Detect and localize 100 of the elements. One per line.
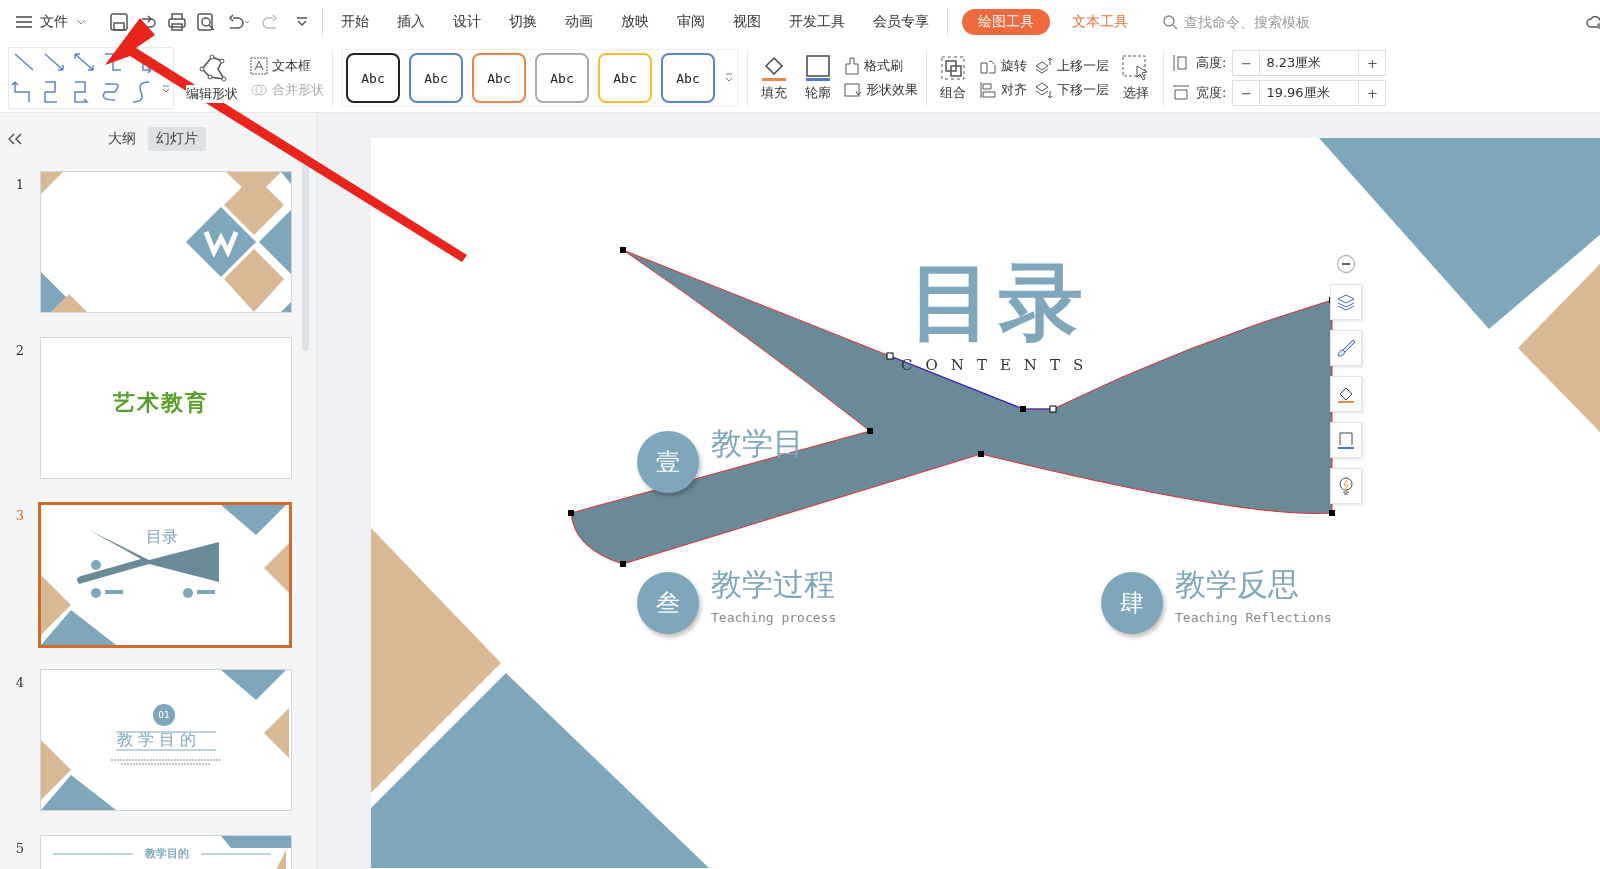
shape-style-swatch[interactable]: Abc xyxy=(472,53,526,103)
shape-style-swatch[interactable]: Abc xyxy=(598,53,652,103)
freeform-shape[interactable] xyxy=(566,244,1338,570)
thumbnail-title: 教 学 目 的 xyxy=(117,730,197,751)
shape-style-swatch[interactable]: Abc xyxy=(409,53,463,103)
item-subtitle: Teaching Reflections xyxy=(1175,610,1332,625)
fill-button[interactable]: 填充 xyxy=(756,54,792,102)
item-number-badge: 叁 xyxy=(637,572,699,634)
brush-icon xyxy=(1336,338,1356,358)
menu-tab[interactable]: 会员专享 xyxy=(859,9,943,35)
chevron-down-icon xyxy=(76,19,86,25)
layers-icon xyxy=(1336,292,1356,312)
panel-tab[interactable]: 幻灯片 xyxy=(148,127,206,151)
collapse-toolbar-icon[interactable] xyxy=(1336,254,1356,274)
print-icon[interactable] xyxy=(168,13,186,31)
merge-shape-icon xyxy=(250,81,268,99)
search-field[interactable]: 查找命令、搜索模板 xyxy=(1162,13,1356,31)
cloud-icon[interactable] xyxy=(1586,14,1600,30)
scrollbar[interactable] xyxy=(302,161,309,351)
menu-tab[interactable]: 切换 xyxy=(495,9,551,35)
search-icon xyxy=(1162,14,1178,30)
idea-button[interactable] xyxy=(1330,468,1362,504)
slide-number: 3 xyxy=(14,507,26,525)
decrement-button[interactable]: − xyxy=(1233,55,1260,71)
height-icon xyxy=(1172,54,1190,72)
save-icon[interactable] xyxy=(110,13,128,31)
item-number-badge: 肆 xyxy=(1101,572,1163,634)
edit-points-icon xyxy=(196,53,228,83)
slide-thumbnail[interactable] xyxy=(40,171,292,313)
brush-button[interactable] xyxy=(1330,330,1362,366)
undo-icon[interactable] xyxy=(226,13,250,31)
select-button[interactable]: 选择 xyxy=(1117,54,1155,102)
rotate-icon xyxy=(979,57,997,75)
thumbnail-title: 教学目的 xyxy=(145,846,189,861)
menu-icon xyxy=(16,16,32,28)
group-icon xyxy=(939,54,967,82)
line-shape-gallery[interactable] xyxy=(8,47,174,109)
outline-button[interactable] xyxy=(1330,422,1362,458)
layer-down-icon xyxy=(1035,81,1053,99)
lightbulb-icon xyxy=(1336,476,1356,496)
slide-number: 5 xyxy=(14,840,26,858)
send-backward-button[interactable]: 下移一层 xyxy=(1035,81,1109,99)
rotate-button[interactable]: 旋转 xyxy=(979,57,1027,75)
shape-effects-button[interactable]: 形状效果 xyxy=(844,81,918,99)
layers-button[interactable] xyxy=(1330,284,1362,320)
menu-tab[interactable]: 插入 xyxy=(383,9,439,35)
shape-style-swatch[interactable]: Abc xyxy=(346,53,400,103)
outline-button[interactable]: 轮廓 xyxy=(800,54,836,102)
thumbnail-title: 目录 xyxy=(146,527,178,548)
redo-icon[interactable] xyxy=(139,13,157,31)
file-menu[interactable]: 文件 xyxy=(16,13,100,31)
menu-tab[interactable]: 放映 xyxy=(607,9,663,35)
shape-style-swatch[interactable]: Abc xyxy=(661,53,715,103)
preview-icon[interactable] xyxy=(197,13,215,31)
slide-number: 4 xyxy=(14,674,26,692)
customize-icon[interactable] xyxy=(296,16,308,28)
outline-icon xyxy=(1336,430,1356,450)
panel-tab[interactable]: 大纲 xyxy=(100,127,144,151)
increment-button[interactable]: + xyxy=(1359,55,1386,71)
item-number-badge: 壹 xyxy=(637,431,699,493)
bring-forward-button[interactable]: 上移一层 xyxy=(1035,57,1109,75)
align-left-icon xyxy=(979,81,997,99)
brush-icon xyxy=(844,57,860,75)
size-field[interactable]: − 19.96厘米 + xyxy=(1232,80,1387,106)
width-icon xyxy=(1172,84,1190,102)
shape-effects-icon xyxy=(844,81,862,99)
shape-style-swatch[interactable]: Abc xyxy=(535,53,589,103)
fill-bucket-icon xyxy=(760,54,788,82)
slide-number: 2 xyxy=(14,342,26,360)
size-label: 宽度: xyxy=(1196,84,1227,102)
fill-button[interactable] xyxy=(1330,376,1362,412)
group-button[interactable]: 组合 xyxy=(935,54,971,102)
item-subtitle: Teaching process xyxy=(711,610,837,625)
size-field[interactable]: − 8.23厘米 + xyxy=(1232,50,1387,76)
slide-number: 1 xyxy=(14,176,26,194)
menu-tab[interactable]: 开始 xyxy=(327,9,383,35)
menu-tab[interactable]: 视图 xyxy=(719,9,775,35)
collapse-icon[interactable] xyxy=(8,133,22,145)
format-painter-button[interactable]: 格式刷 xyxy=(844,57,918,75)
menu-tab[interactable]: 设计 xyxy=(439,9,495,35)
item-title: 教学反思 xyxy=(1175,565,1300,604)
decrement-button[interactable]: − xyxy=(1233,85,1260,101)
menu-tab[interactable]: 审阅 xyxy=(663,9,719,35)
outline-icon xyxy=(804,54,832,82)
menu-tab[interactable]: 开发工具 xyxy=(775,9,859,35)
text-box-button[interactable]: 文本框 xyxy=(250,57,324,75)
thumbnail-title: 艺术教育 xyxy=(113,389,209,417)
corner-triangles-drawing xyxy=(221,836,291,869)
slide-title: 目录 xyxy=(909,252,1089,353)
item-title: 教学过程 xyxy=(711,565,836,604)
logo-icon xyxy=(203,231,239,259)
layer-up-icon xyxy=(1035,57,1053,75)
item-title: 教学目 xyxy=(711,424,804,463)
align-button[interactable]: 对齐 xyxy=(979,81,1027,99)
edit-shape-button[interactable]: 编辑形状 xyxy=(182,53,242,103)
section-number-badge: 01 xyxy=(153,704,175,726)
text-box-icon xyxy=(250,57,268,75)
size-label: 高度: xyxy=(1196,54,1227,72)
menu-tab[interactable]: 动画 xyxy=(551,9,607,35)
increment-button[interactable]: + xyxy=(1359,85,1386,101)
